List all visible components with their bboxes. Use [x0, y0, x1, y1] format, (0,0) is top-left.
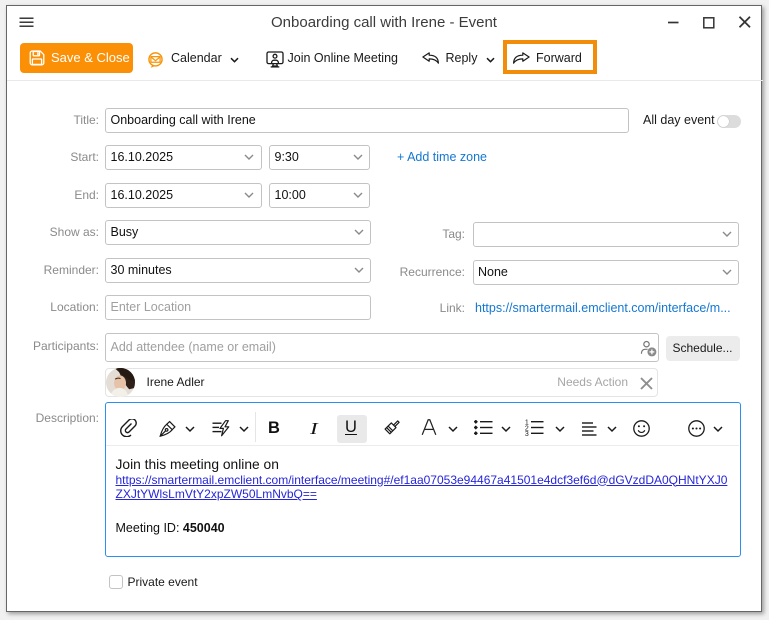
svg-text:3: 3 — [525, 431, 529, 437]
